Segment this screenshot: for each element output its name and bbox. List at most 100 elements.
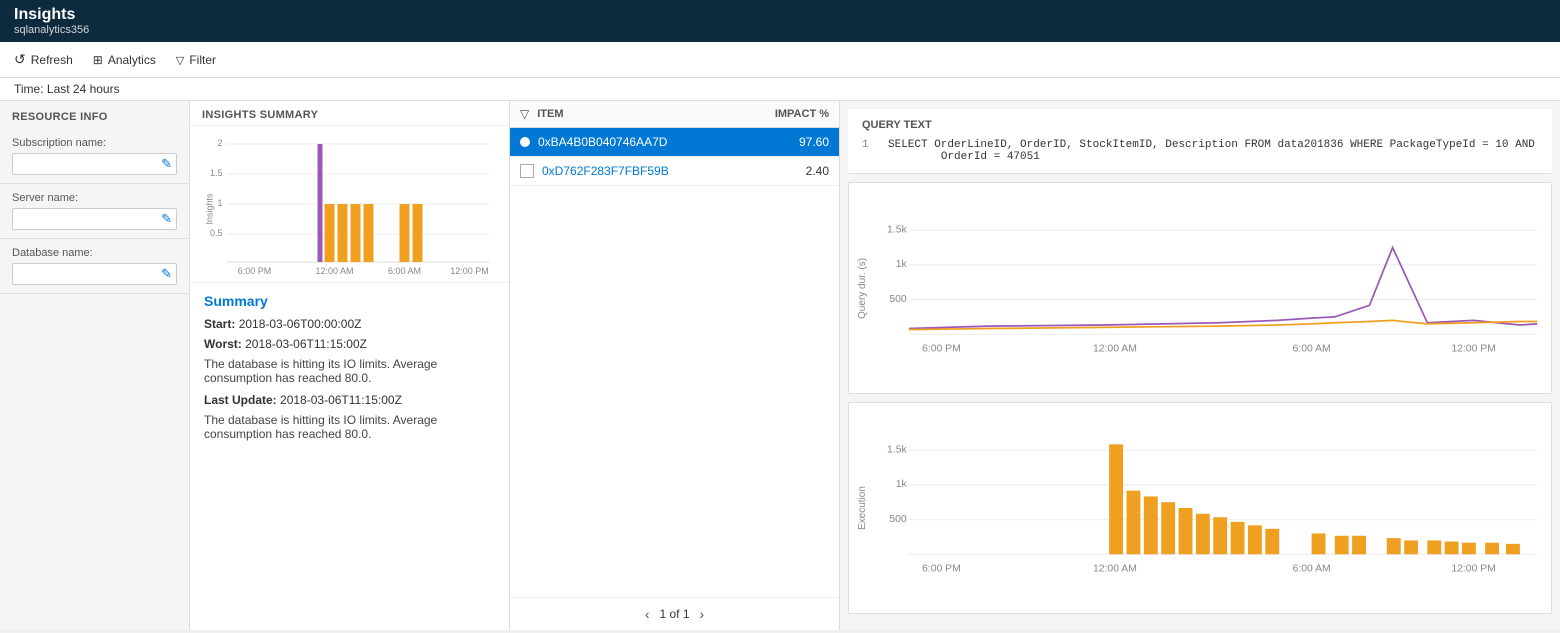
insights-summary-panel: INSIGHTS SUMMARY 2 1.5 1 0.5 [190,101,510,630]
query-text-box: QUERY TEXT 1 SELECT OrderLineID, OrderID… [848,109,1552,174]
svg-text:6:00 AM: 6:00 AM [1293,564,1331,575]
items-panel: ▽ ITEM IMPACT % 0xBA4B0B040746AA7D 97.60… [510,101,840,630]
summary-start-row: Start: 2018-03-06T00:00:00Z [204,317,495,331]
summary-text: Summary Start: 2018-03-06T00:00:00Z Wors… [190,283,509,459]
svg-text:6:00 PM: 6:00 PM [238,266,272,274]
query-line-text: SELECT OrderLineID, OrderID, StockItemID… [888,139,1538,163]
filter-label: Filter [189,53,216,67]
analytics-button[interactable]: Analytics [93,53,156,67]
toolbar: Refresh Analytics Filter [0,42,1560,78]
svg-text:1.5k: 1.5k [887,224,907,235]
database-edit-icon[interactable] [161,266,172,282]
summary-title: Summary [204,293,495,309]
subscription-edit-icon[interactable] [161,156,172,172]
center-area: INSIGHTS SUMMARY 2 1.5 1 0.5 [190,101,1560,630]
svg-text:12:00 AM: 12:00 AM [315,266,353,274]
svg-text:1.5k: 1.5k [887,444,907,455]
execution-chart-inner: 1.5k 1k 500 [872,411,1543,605]
time-bar: Time: Last 24 hours [0,78,1560,101]
resource-info-title: RESOURCE INFO [0,111,189,129]
execution-chart-with-axis: Execution 1.5k 1k 500 [857,411,1543,605]
item-row[interactable]: 0xBA4B0B040746AA7D 97.60 [510,128,839,157]
server-label: Server name: [12,192,177,204]
time-label: Time: Last 24 hours [14,82,120,96]
svg-text:500: 500 [889,294,907,305]
items-table-header: ▽ ITEM IMPACT % [510,101,839,128]
item-impact-1: 97.60 [749,135,829,149]
next-page-button[interactable]: › [700,606,705,622]
query-text-header: QUERY TEXT [862,119,1538,131]
items-filter-icon: ▽ [520,107,529,121]
svg-text:6:00 PM: 6:00 PM [922,344,961,355]
right-charts: Query dur. (s) 1.5k 1k [840,182,1560,630]
svg-text:Insights: Insights [205,193,215,225]
insights-summary-title: INSIGHTS SUMMARY [190,101,509,126]
summary-lastupdate-label: Last Update: [204,393,277,407]
items-col-impact-header: IMPACT % [749,108,829,120]
items-list: 0xBA4B0B040746AA7D 97.60 0xD762F283F7FBF… [510,128,839,597]
refresh-icon [14,51,26,68]
item-name-2: 0xD762F283F7FBF59B [542,164,749,178]
summary-worst-value: 2018-03-06T11:15:00Z [245,337,367,351]
svg-text:1k: 1k [896,479,908,490]
svg-text:6:00 AM: 6:00 AM [388,266,421,274]
summary-desc2: The database is hitting its IO limits. A… [204,413,495,441]
item-name-1: 0xBA4B0B040746AA7D [538,135,749,149]
database-field: Database name: [0,239,189,294]
execution-y-axis-label: Execution [857,411,868,605]
pagination-label: 1 of 1 [659,607,689,621]
query-duration-chart-box: Query dur. (s) 1.5k 1k [848,182,1552,394]
subscription-input[interactable] [12,153,177,175]
database-input[interactable] [12,263,177,285]
app-title: Insights [14,6,1546,24]
query-duration-chart-with-axis: Query dur. (s) 1.5k 1k [857,191,1543,385]
summary-start-value: 2018-03-06T00:00:00Z [239,317,362,331]
server-edit-icon[interactable] [161,211,172,227]
svg-text:6:00 AM: 6:00 AM [1293,344,1331,355]
filter-button[interactable]: Filter [176,53,216,67]
svg-text:12:00 AM: 12:00 AM [1093,344,1137,355]
analytics-icon [93,53,103,67]
main-content: RESOURCE INFO Subscription name: Server … [0,101,1560,630]
svg-text:1: 1 [217,198,222,208]
summary-desc1: The database is hitting its IO limits. A… [204,357,495,385]
svg-text:1k: 1k [896,259,908,270]
query-panel: QUERY TEXT 1 SELECT OrderLineID, OrderID… [840,101,1560,630]
svg-text:1.5: 1.5 [210,168,223,178]
summary-worst-row: Worst: 2018-03-06T11:15:00Z [204,337,495,351]
svg-text:0.5: 0.5 [210,228,223,238]
filter-icon [176,53,184,67]
execution-svg: 1.5k 1k 500 [872,411,1543,605]
insights-chart-area: 2 1.5 1 0.5 [190,126,509,283]
app-header: Insights sqlanalytics356 [0,0,1560,42]
svg-text:12:00 AM: 12:00 AM [1093,564,1137,575]
subscription-label: Subscription name: [12,137,177,149]
item-row[interactable]: 0xD762F283F7FBF59B 2.40 [510,157,839,186]
query-duration-chart-inner: 1.5k 1k 500 6:00 PM 12:00 AM 6:00 A [872,191,1543,385]
svg-text:12:00 PM: 12:00 PM [1451,344,1496,355]
summary-lastupdate-row: Last Update: 2018-03-06T11:15:00Z [204,393,495,407]
svg-text:12:00 PM: 12:00 PM [1451,564,1496,575]
svg-text:12:00 PM: 12:00 PM [450,266,489,274]
query-text-content: 1 SELECT OrderLineID, OrderID, StockItem… [862,139,1538,163]
server-field: Server name: [0,184,189,239]
svg-text:2: 2 [217,138,222,148]
item-doc-icon-2 [520,164,534,178]
svg-text:500: 500 [889,514,907,525]
query-line-num: 1 [862,139,878,163]
summary-worst-label: Worst: [204,337,242,351]
insights-chart: 2 1.5 1 0.5 [202,134,497,274]
items-pagination: ‹ 1 of 1 › [510,597,839,630]
query-duration-y-axis-label: Query dur. (s) [857,191,868,385]
server-input[interactable] [12,208,177,230]
refresh-button[interactable]: Refresh [14,51,73,68]
insights-chart-svg: 2 1.5 1 0.5 [202,134,497,274]
app-subtitle: sqlanalytics356 [14,24,1546,36]
item-dot-1 [520,137,530,147]
refresh-label: Refresh [31,53,73,67]
item-impact-2: 2.40 [749,164,829,178]
summary-lastupdate-value: 2018-03-06T11:15:00Z [280,393,402,407]
svg-text:6:00 PM: 6:00 PM [922,564,961,575]
prev-page-button[interactable]: ‹ [645,606,650,622]
subscription-field: Subscription name: [0,129,189,184]
